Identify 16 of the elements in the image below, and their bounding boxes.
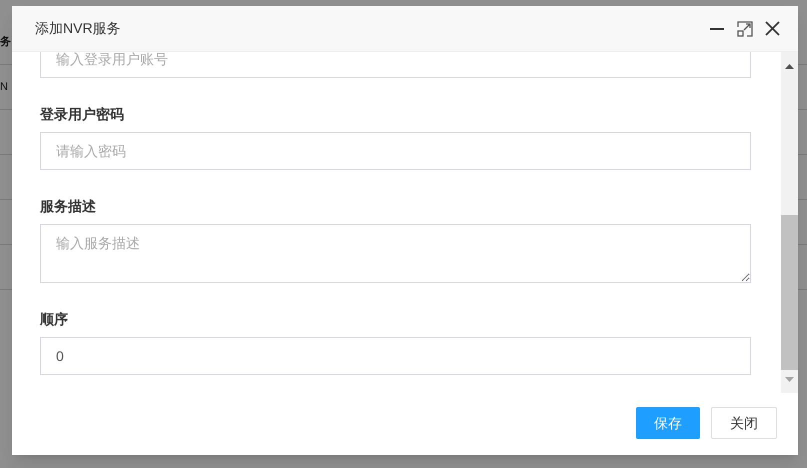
field-label: 服务描述 (40, 196, 97, 216)
input-field[interactable]: 0 (40, 337, 751, 375)
field-label: 登录用户密码 (40, 104, 125, 124)
input-field[interactable]: 输入登录用户账号 (40, 52, 751, 78)
close-button[interactable]: 关闭 (711, 407, 777, 439)
dialog-title: 添加NVR服务 (35, 19, 122, 38)
scrollbar[interactable] (781, 52, 798, 393)
description-field[interactable]: 输入服务描述 (40, 224, 751, 283)
input-field[interactable]: 请输入密码 (40, 132, 751, 170)
maximize-icon[interactable] (737, 20, 753, 36)
close-icon[interactable] (765, 21, 780, 36)
scroll-up-icon[interactable] (785, 64, 794, 69)
field-label: 顺序 (40, 310, 69, 328)
background-text: N (0, 81, 8, 93)
scrollbar-thumb[interactable] (781, 215, 798, 370)
background-text: 务 (0, 36, 11, 48)
